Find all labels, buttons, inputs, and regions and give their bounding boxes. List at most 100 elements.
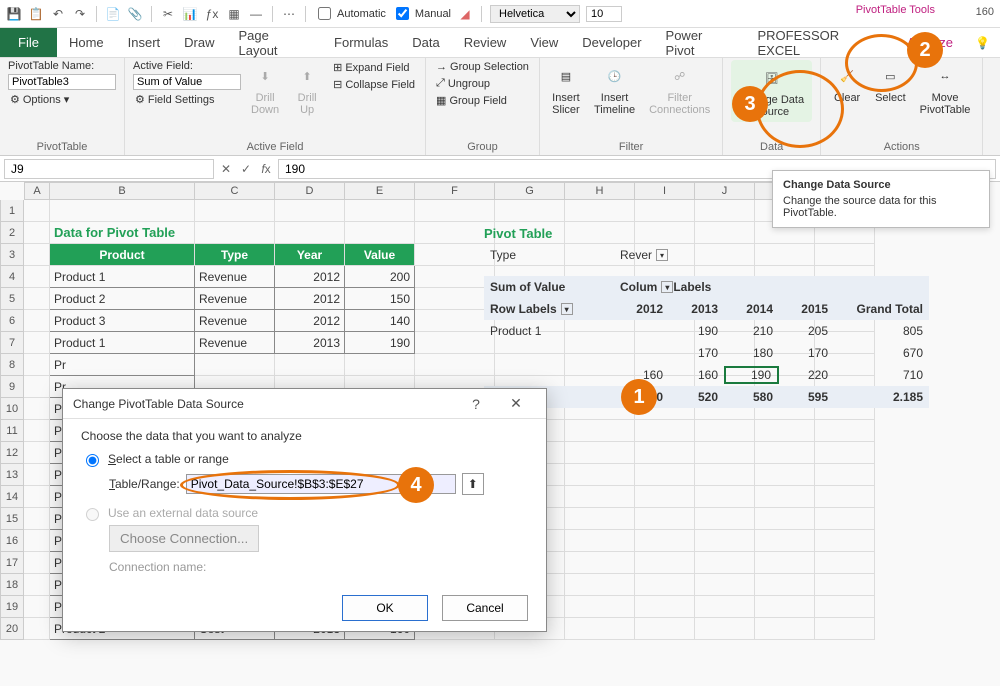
cell[interactable] bbox=[415, 310, 495, 332]
cell[interactable] bbox=[24, 618, 50, 640]
tab-review[interactable]: Review bbox=[452, 28, 519, 57]
cell[interactable] bbox=[815, 574, 875, 596]
namebox[interactable] bbox=[4, 159, 214, 179]
cell[interactable] bbox=[195, 222, 275, 244]
cell[interactable] bbox=[695, 596, 755, 618]
insert-timeline-button[interactable]: 🕒 Insert Timeline bbox=[590, 60, 639, 118]
cell[interactable]: 200 bbox=[345, 266, 415, 288]
cell[interactable]: 2012 bbox=[275, 310, 345, 332]
cell[interactable] bbox=[24, 332, 50, 354]
manual-checkbox[interactable]: Manual bbox=[392, 4, 451, 23]
chart-icon[interactable]: 📊 bbox=[182, 6, 198, 22]
row-14[interactable]: 14 bbox=[0, 486, 24, 508]
dots-icon[interactable]: ⋯ bbox=[281, 6, 297, 22]
redo-icon[interactable]: ↷ bbox=[72, 6, 88, 22]
row-13[interactable]: 13 bbox=[0, 464, 24, 486]
font-select[interactable]: Helvetica bbox=[490, 5, 580, 23]
col-E[interactable]: E bbox=[345, 182, 415, 200]
cell[interactable] bbox=[755, 464, 815, 486]
cell[interactable] bbox=[24, 354, 50, 376]
cell[interactable] bbox=[695, 442, 755, 464]
select-table-radio[interactable]: SSelect a table or rangeelect a table or… bbox=[81, 451, 528, 467]
cell[interactable] bbox=[24, 508, 50, 530]
cell[interactable] bbox=[415, 332, 495, 354]
cell[interactable] bbox=[275, 354, 345, 376]
tab-insert[interactable]: Insert bbox=[116, 28, 173, 57]
cell[interactable] bbox=[755, 420, 815, 442]
row-11[interactable]: 11 bbox=[0, 420, 24, 442]
pivot-cell[interactable]: 170 bbox=[669, 346, 724, 360]
cell[interactable]: 150 bbox=[345, 288, 415, 310]
cell[interactable] bbox=[24, 266, 50, 288]
cell[interactable] bbox=[24, 420, 50, 442]
cell[interactable] bbox=[24, 486, 50, 508]
col-dropdown-icon[interactable]: ▾ bbox=[661, 281, 673, 293]
cell[interactable] bbox=[345, 200, 415, 222]
collapse-field-button[interactable]: ⊟ Collapse Field bbox=[331, 77, 417, 92]
ref-edit-icon[interactable]: ⬆ bbox=[462, 473, 484, 495]
cell[interactable] bbox=[24, 442, 50, 464]
cell[interactable] bbox=[345, 222, 415, 244]
cell[interactable] bbox=[695, 464, 755, 486]
cell[interactable] bbox=[24, 376, 50, 398]
pivot-cell[interactable]: 190 bbox=[724, 366, 779, 384]
cell[interactable] bbox=[415, 222, 495, 244]
active-field-input[interactable] bbox=[133, 74, 241, 90]
cell[interactable] bbox=[635, 508, 695, 530]
cell[interactable] bbox=[635, 574, 695, 596]
ungroup-button[interactable]: ⤢ Ungroup bbox=[434, 76, 531, 91]
tab-view[interactable]: View bbox=[518, 28, 570, 57]
cell[interactable] bbox=[755, 442, 815, 464]
cell[interactable]: Revenue bbox=[195, 332, 275, 354]
attach-icon[interactable]: 📎 bbox=[127, 6, 143, 22]
cell[interactable] bbox=[635, 530, 695, 552]
pivot-cell[interactable]: 805 bbox=[834, 324, 929, 338]
eraser-icon[interactable]: ◢ bbox=[457, 6, 473, 22]
row-7[interactable]: 7 bbox=[0, 332, 24, 354]
cancel-button[interactable]: Cancel bbox=[442, 595, 528, 621]
pivot-cell[interactable]: 670 bbox=[834, 346, 929, 360]
pivot-cell[interactable]: 210 bbox=[724, 324, 779, 338]
cell[interactable] bbox=[565, 508, 635, 530]
pivot-cell[interactable]: 180 bbox=[724, 346, 779, 360]
cell[interactable] bbox=[24, 464, 50, 486]
cell[interactable]: 2012 bbox=[275, 288, 345, 310]
cell[interactable]: Product 2 bbox=[50, 288, 195, 310]
cell[interactable] bbox=[755, 486, 815, 508]
row-2[interactable]: 2 bbox=[0, 222, 24, 244]
pivot-cell[interactable]: 580 bbox=[724, 390, 779, 404]
row-5[interactable]: 5 bbox=[0, 288, 24, 310]
col-H[interactable]: H bbox=[565, 182, 635, 200]
cell[interactable] bbox=[415, 266, 495, 288]
tab-data[interactable]: Data bbox=[400, 28, 451, 57]
row-9[interactable]: 9 bbox=[0, 376, 24, 398]
tab-power-pivot[interactable]: Power Pivot bbox=[654, 28, 746, 57]
cell[interactable] bbox=[415, 354, 495, 376]
cell[interactable] bbox=[565, 442, 635, 464]
expand-field-button[interactable]: ⊞ Expand Field bbox=[331, 60, 417, 75]
cell[interactable] bbox=[24, 574, 50, 596]
cell[interactable] bbox=[695, 618, 755, 640]
cell[interactable] bbox=[415, 288, 495, 310]
cell[interactable] bbox=[24, 530, 50, 552]
cell[interactable] bbox=[565, 574, 635, 596]
cell[interactable]: Revenue bbox=[195, 310, 275, 332]
group-selection-button[interactable]: → Group Selection bbox=[434, 60, 531, 74]
tab-file[interactable]: File bbox=[0, 28, 57, 57]
cell[interactable] bbox=[815, 618, 875, 640]
cell[interactable] bbox=[195, 354, 275, 376]
cell[interactable] bbox=[635, 618, 695, 640]
cell[interactable] bbox=[24, 552, 50, 574]
row-3[interactable]: 3 bbox=[0, 244, 24, 266]
col-B[interactable]: B bbox=[50, 182, 195, 200]
cell[interactable] bbox=[815, 420, 875, 442]
save-icon[interactable]: 💾 bbox=[6, 6, 22, 22]
cell[interactable] bbox=[565, 486, 635, 508]
cell[interactable] bbox=[695, 200, 755, 222]
cell[interactable] bbox=[755, 618, 815, 640]
group-field-button[interactable]: ▦ Group Field bbox=[434, 93, 531, 108]
col-F[interactable]: F bbox=[415, 182, 495, 200]
cell[interactable] bbox=[815, 464, 875, 486]
tab-home[interactable]: Home bbox=[57, 28, 116, 57]
row-17[interactable]: 17 bbox=[0, 552, 24, 574]
